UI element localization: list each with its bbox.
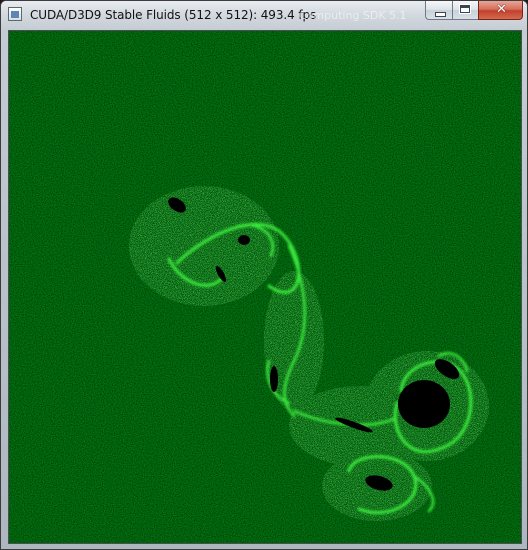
background-window-title: Computing SDK 5.1 (299, 9, 407, 22)
maximize-button[interactable] (452, 1, 478, 20)
title-bar[interactable]: CUDA/D3D9 Stable Fluids (512 x 512): 493… (1, 1, 527, 30)
minimize-button[interactable] (425, 1, 452, 20)
minimize-icon (435, 12, 446, 17)
fluid-simulation-canvas[interactable] (8, 30, 522, 544)
window-title: CUDA/D3D9 Stable Fluids (512 x 512): 493… (30, 8, 317, 22)
close-icon: ✕ (496, 2, 507, 17)
maximize-icon (460, 5, 470, 13)
fluid-background (9, 31, 521, 543)
close-button[interactable]: ✕ (478, 1, 523, 20)
application-window: CUDA/D3D9 Stable Fluids (512 x 512): 493… (0, 0, 528, 550)
caption-buttons: ✕ (425, 1, 523, 21)
fluid-field-render[interactable] (9, 31, 521, 543)
application-window-icon[interactable] (8, 7, 22, 21)
